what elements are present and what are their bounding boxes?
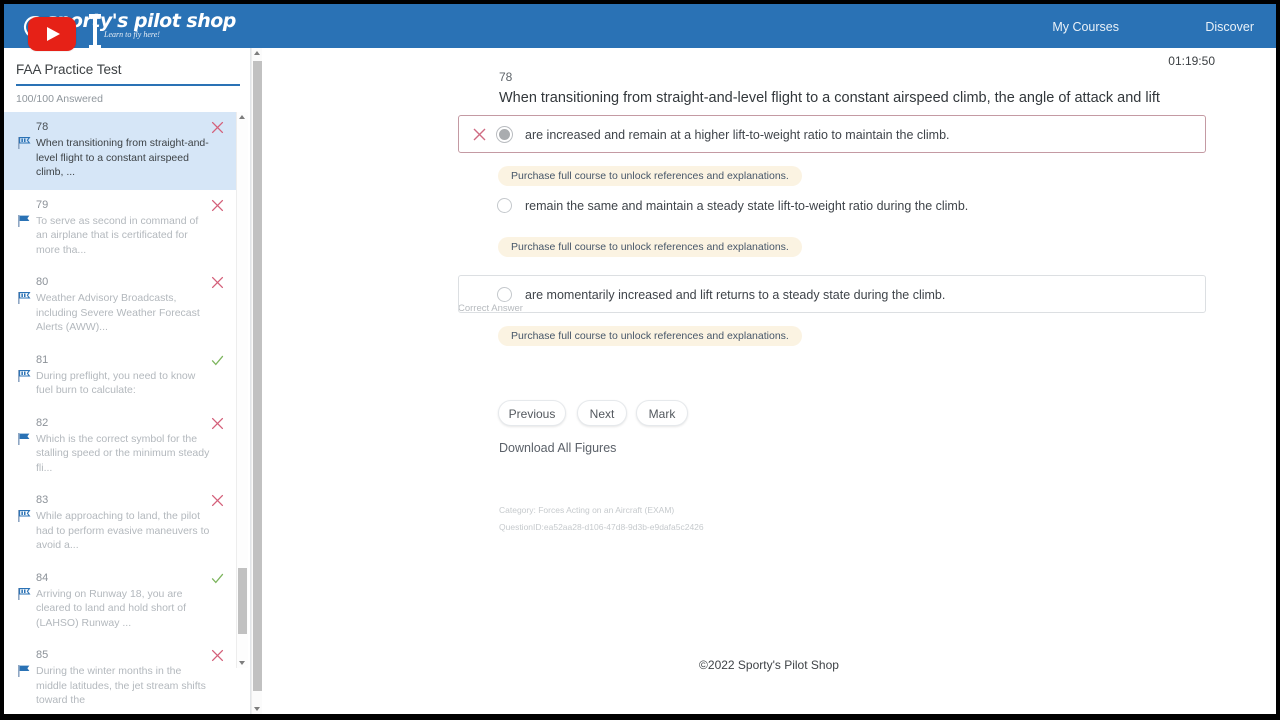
purchase-badge-c[interactable]: Purchase full course to unlock reference… (498, 326, 802, 346)
download-all-figures-link[interactable]: Download All Figures (499, 441, 616, 455)
question-list-item[interactable]: 82 Which is the correct symbol for the st… (4, 408, 236, 486)
question-list-item[interactable]: 85 During the winter months in the middle… (4, 640, 236, 712)
answered-count: 100/100 Answered (16, 93, 103, 105)
flag-solid-icon (18, 214, 30, 227)
incorrect-x-icon (211, 649, 224, 662)
question-item-text: When transitioning from straight-and-lev… (36, 137, 209, 178)
scrollbar-thumb[interactable] (253, 61, 262, 691)
question-list-scrollbar[interactable] (236, 112, 248, 668)
exam-timer: 01:19:50 (1168, 54, 1215, 68)
question-category: Category: Forces Acting on an Aircraft (… (499, 505, 675, 515)
question-list-item[interactable]: 84 Arriving on Runway 18, you are cleared… (4, 563, 236, 641)
scroll-down-icon[interactable] (239, 661, 245, 665)
previous-button[interactable]: Previous (498, 400, 566, 426)
answer-option-a[interactable]: are increased and remain at a higher lif… (458, 115, 1206, 153)
browser-page: sporty's pilot shop Learn to fly here! M… (4, 4, 1276, 714)
question-list-item[interactable]: 79 To serve as second in command of an ai… (4, 190, 236, 268)
question-item-text: Weather Advisory Broadcasts, including S… (36, 292, 200, 333)
question-item-number: 81 (36, 353, 49, 366)
incorrect-x-icon (211, 276, 224, 289)
brand-tagline: Learn to fly here! (104, 30, 160, 39)
incorrect-x-icon (211, 417, 224, 429)
correct-check-icon (211, 573, 224, 583)
footer-copyright: ©2022 Sporty's Pilot Shop (699, 658, 839, 672)
answer-option-b-label: remain the same and maintain a steady st… (525, 199, 969, 213)
question-list-item[interactable]: 78 When transitioning from straight-and-l… (4, 112, 236, 190)
title-divider (16, 84, 240, 86)
top-navbar: sporty's pilot shop Learn to fly here! M… (4, 4, 1276, 48)
question-item-number: 79 (36, 198, 49, 211)
question-list-item[interactable]: 83 While approaching to land, the pilot h… (4, 485, 236, 563)
purchase-badge-b[interactable]: Purchase full course to unlock reference… (498, 237, 802, 257)
mark-button[interactable]: Mark (636, 400, 688, 426)
answer-option-c[interactable]: are momentarily increased and lift retur… (458, 275, 1206, 313)
flag-solid-icon (18, 665, 30, 677)
answer-option-b[interactable]: remain the same and maintain a steady st… (458, 186, 1206, 224)
question-list-item[interactable]: 80 Weather Advisory Broadcasts, including… (4, 267, 236, 345)
question-item-text: To serve as second in command of an airp… (36, 214, 199, 256)
answer-option-a-label: are increased and remain at a higher lif… (525, 128, 950, 142)
question-item-text: Arriving on Runway 18, you are cleared t… (36, 587, 187, 629)
flag-striped-icon (18, 292, 31, 304)
radio-button-b[interactable] (497, 198, 512, 213)
question-item-number: 83 (36, 494, 49, 506)
question-item-text: During preflight, you need to know fuel … (36, 369, 196, 397)
page-title: FAA Practice Test (16, 62, 122, 77)
incorrect-x-icon (211, 494, 224, 507)
scroll-down-icon[interactable] (254, 707, 260, 711)
flag-solid-icon (18, 432, 30, 445)
correct-check-icon (211, 355, 224, 365)
main-content: 01:19:50 78 When transitioning from stra… (262, 48, 1276, 714)
youtube-play-icon (28, 17, 76, 51)
question-list[interactable]: 78 When transitioning from straight-and-l… (4, 112, 236, 712)
incorrect-x-icon (211, 199, 224, 211)
question-item-number: 84 (36, 571, 49, 584)
flag-striped-icon (18, 137, 31, 149)
scrollbar-thumb[interactable] (238, 568, 247, 634)
incorrect-x-icon (473, 128, 486, 141)
sidebar-header: FAA Practice Test 100/100 Answered (4, 48, 250, 105)
question-id: QuestionID:ea52aa28-d106-47d8-9d3b-e9daf… (499, 522, 704, 532)
question-item-text: While approaching to land, the pilot had… (36, 510, 210, 551)
question-number: 78 (499, 70, 513, 84)
nav-link-my-courses[interactable]: My Courses (1052, 20, 1119, 34)
radio-button-c[interactable] (497, 287, 512, 302)
flag-striped-icon (18, 510, 31, 522)
question-stem: When transitioning from straight-and-lev… (499, 90, 1160, 106)
scroll-up-icon[interactable] (239, 115, 245, 119)
incorrect-x-icon (211, 121, 224, 134)
question-item-text: During the winter months in the middle l… (36, 665, 206, 706)
answer-option-c-label: are momentarily increased and lift retur… (525, 288, 946, 302)
nav-link-discover[interactable]: Discover (1205, 20, 1254, 34)
flag-striped-icon (18, 587, 31, 600)
question-item-text: Which is the correct symbol for the stal… (36, 432, 210, 474)
sidebar: FAA Practice Test 100/100 Answered 78 Whe… (4, 48, 251, 714)
purchase-badge-a[interactable]: Purchase full course to unlock reference… (498, 166, 802, 186)
question-item-number: 85 (36, 649, 49, 661)
question-item-number: 82 (36, 416, 49, 429)
screen: sporty's pilot shop Learn to fly here! M… (0, 0, 1280, 720)
question-list-item[interactable]: 81 During preflight, you need to know fue… (4, 345, 236, 408)
flag-striped-icon (18, 369, 31, 382)
question-item-number: 80 (36, 276, 49, 288)
scroll-up-icon[interactable] (254, 51, 260, 55)
question-item-number: 78 (36, 121, 49, 133)
radio-button-a[interactable] (497, 127, 512, 142)
next-button[interactable]: Next (577, 400, 627, 426)
text-cursor-icon (89, 14, 101, 48)
